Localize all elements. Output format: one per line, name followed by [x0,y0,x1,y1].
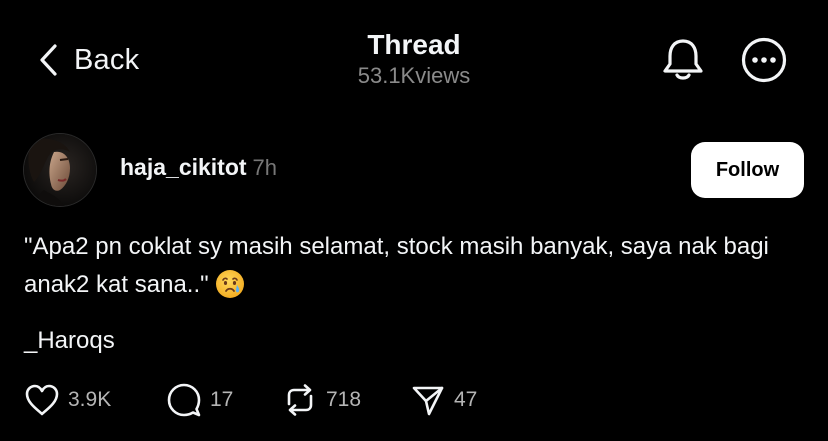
more-options-button[interactable] [740,36,788,84]
avatar-image [24,134,96,206]
reply-button[interactable]: 17 [166,380,233,420]
comment-icon [167,383,201,417]
heart-icon [25,384,59,416]
avatar[interactable] [24,134,96,206]
repost-icon [287,384,313,416]
action-bar: 3.9K 17 718 47 [24,380,804,420]
chevron-left-icon [40,44,57,76]
share-button[interactable]: 47 [410,380,477,420]
bell-icon [663,39,703,80]
like-count: 3.9K [68,388,112,411]
username[interactable]: haja_cikitot [120,154,247,181]
repost-button[interactable]: 718 [282,380,361,420]
back-button[interactable]: Back [38,40,139,80]
like-button[interactable]: 3.9K [24,380,111,420]
repost-count: 718 [326,388,362,411]
post-signature: _Haroqs [24,327,115,354]
post-text: "Apa2 pn coklat sy masih selamat, stock … [24,233,769,298]
crying-face-emoji-icon [215,269,245,311]
follow-button[interactable]: Follow [691,142,804,198]
author-info: haja_cikitot 7h [120,154,277,186]
notification-button[interactable] [660,36,706,82]
send-icon [412,386,444,416]
thread-header: Back Thread 53.1Kviews [0,0,828,110]
page-title: Thread [367,29,461,60]
back-label: Back [74,43,140,76]
more-options-icon [741,37,787,83]
share-count: 47 [454,388,478,411]
view-count: 53.1Kviews [357,63,471,88]
reply-count: 17 [210,388,234,411]
post-body: "Apa2 pn coklat sy masih selamat, stock … [24,228,814,311]
title-block: Thread 53.1Kviews [314,28,514,90]
post-time: 7h [252,155,278,180]
